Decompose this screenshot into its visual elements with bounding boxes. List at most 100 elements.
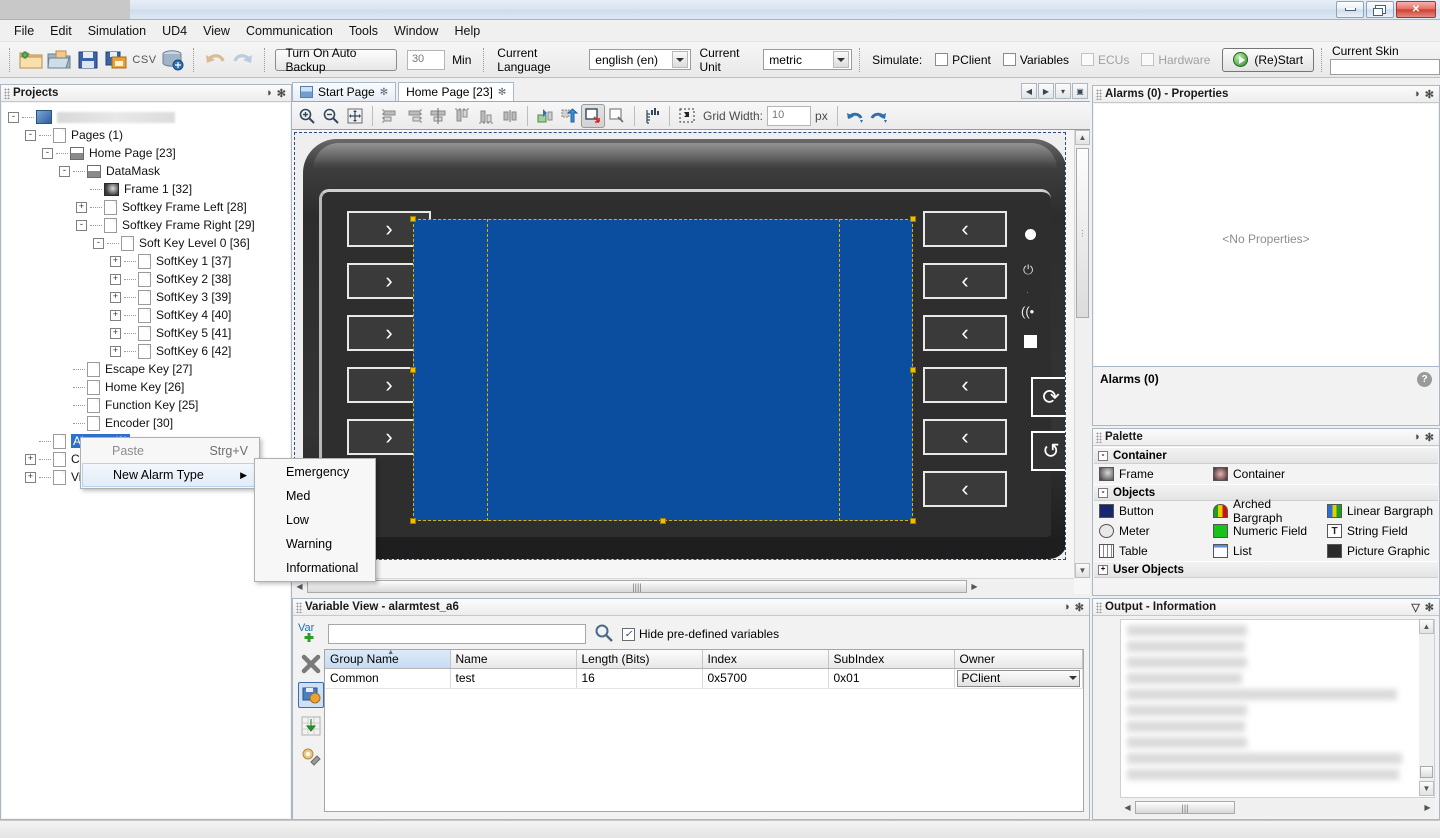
delete-variable-icon[interactable] bbox=[298, 651, 324, 677]
cell-owner[interactable]: PClient bbox=[954, 668, 1083, 688]
close-panel-icon[interactable]: ✻ bbox=[1425, 88, 1434, 101]
csv-icon[interactable]: CSV bbox=[131, 45, 157, 75]
save-all-icon[interactable] bbox=[103, 45, 129, 75]
softkey-right-4[interactable]: ‹ bbox=[923, 367, 1007, 403]
grid-width-input[interactable]: 10 bbox=[767, 106, 811, 126]
palette-item-numeric-field[interactable]: Numeric Field bbox=[1208, 521, 1322, 541]
drag-grip-icon[interactable] bbox=[1096, 432, 1102, 443]
restart-button[interactable]: (Re)Start bbox=[1222, 48, 1314, 72]
tree-toggle-icon[interactable]: - bbox=[93, 238, 104, 249]
tab-maximize-button[interactable]: ▣ bbox=[1072, 83, 1088, 99]
maximize-button[interactable] bbox=[1366, 1, 1394, 18]
redo-icon[interactable] bbox=[230, 45, 256, 75]
softkey-right-2[interactable]: ‹ bbox=[923, 263, 1007, 299]
tree-node[interactable]: Encoder [30] bbox=[8, 414, 290, 432]
scroll-left-button[interactable]: ◀ bbox=[1120, 801, 1135, 815]
tree-node[interactable]: -Home Page [23] bbox=[8, 144, 290, 162]
auto-backup-button[interactable]: Turn On Auto Backup bbox=[275, 49, 397, 71]
save-variables-icon[interactable] bbox=[298, 682, 324, 708]
softkey-right-1[interactable]: ‹ bbox=[923, 211, 1007, 247]
align-top-icon[interactable] bbox=[450, 104, 474, 128]
minimize-panel-icon[interactable]: ◑ bbox=[265, 87, 272, 100]
submenu-item-low[interactable]: Low bbox=[256, 508, 374, 532]
database-icon[interactable] bbox=[160, 45, 186, 75]
current-unit-select[interactable]: metric bbox=[763, 49, 852, 70]
scroll-up-button[interactable]: ▲ bbox=[1075, 130, 1090, 145]
palette-group-container[interactable]: - Container bbox=[1094, 447, 1438, 464]
close-tab-icon[interactable]: ✻ bbox=[380, 87, 388, 98]
palette-item-picture-graphic[interactable]: Picture Graphic bbox=[1322, 541, 1436, 561]
menu-help[interactable]: Help bbox=[446, 21, 488, 41]
filter-icon[interactable]: ▽ bbox=[1411, 601, 1419, 614]
resize-handle-br[interactable] bbox=[910, 518, 916, 524]
zoom-out-icon[interactable] bbox=[319, 104, 343, 128]
palette-item-list[interactable]: List bbox=[1208, 541, 1322, 561]
search-icon[interactable] bbox=[594, 623, 614, 646]
tree-node[interactable]: Function Key [25] bbox=[8, 396, 290, 414]
minimize-panel-icon[interactable]: ◑ bbox=[1413, 88, 1420, 101]
variable-settings-icon[interactable] bbox=[298, 744, 324, 770]
menu-file[interactable]: File bbox=[6, 21, 42, 41]
softkey-right-5[interactable]: ‹ bbox=[923, 419, 1007, 455]
palette-item-string-field[interactable]: T String Field bbox=[1322, 521, 1436, 541]
undo-dropdown-icon[interactable] bbox=[843, 104, 867, 128]
output-vertical-scrollbar[interactable]: ▲ ▼ bbox=[1419, 619, 1434, 796]
zoom-in-icon[interactable] bbox=[295, 104, 319, 128]
palette-item-frame[interactable]: Frame bbox=[1094, 464, 1208, 484]
tab-home-page[interactable]: Home Page [23] ✻ bbox=[398, 82, 514, 101]
simulate-pclient-checkbox[interactable]: PClient bbox=[935, 53, 991, 67]
context-menu-item-new-alarm-type[interactable]: New Alarm Type ▶ bbox=[82, 463, 258, 487]
tree-node[interactable]: - bbox=[8, 108, 290, 126]
palette-item-button[interactable]: Button bbox=[1094, 501, 1208, 521]
tree-toggle-icon[interactable]: - bbox=[59, 166, 70, 177]
close-button[interactable]: ✕ bbox=[1396, 1, 1436, 18]
menu-edit[interactable]: Edit bbox=[42, 21, 80, 41]
select-region-icon[interactable] bbox=[605, 104, 629, 128]
align-left-icon[interactable] bbox=[378, 104, 402, 128]
submenu-item-informational[interactable]: Informational bbox=[256, 556, 374, 580]
output-horizontal-scrollbar[interactable]: ◀ ||| ▶ bbox=[1120, 799, 1435, 816]
tree-toggle-icon[interactable]: - bbox=[25, 130, 36, 141]
tree-node[interactable]: Home Key [26] bbox=[8, 378, 290, 396]
tree-node[interactable]: +SoftKey 6 [42] bbox=[8, 342, 290, 360]
palette-item-meter[interactable]: Meter bbox=[1094, 521, 1208, 541]
column-length-bits[interactable]: Length (Bits) bbox=[576, 650, 702, 668]
send-back-icon[interactable] bbox=[557, 104, 581, 128]
tab-start-page[interactable]: Start Page ✻ bbox=[292, 82, 396, 101]
context-menu-item-paste[interactable]: Paste Strg+V bbox=[82, 439, 258, 463]
column-subindex[interactable]: SubIndex bbox=[828, 650, 954, 668]
palette-item-table[interactable]: Table bbox=[1094, 541, 1208, 561]
horizontal-scroll-thumb[interactable]: |||| bbox=[307, 580, 967, 593]
tree-node[interactable]: -Pages (1) bbox=[8, 126, 290, 144]
tree-toggle-icon[interactable]: - bbox=[76, 220, 87, 231]
menu-window[interactable]: Window bbox=[386, 21, 446, 41]
tree-node[interactable]: Escape Key [27] bbox=[8, 360, 290, 378]
collapse-toggle-icon[interactable]: - bbox=[1098, 451, 1108, 461]
menu-view[interactable]: View bbox=[195, 21, 238, 41]
scroll-down-button[interactable]: ▼ bbox=[1419, 781, 1434, 796]
current-skin-select[interactable] bbox=[1330, 59, 1440, 75]
rotate-function-icon[interactable]: ⟳ bbox=[1031, 377, 1066, 417]
submenu-item-emergency[interactable]: Emergency bbox=[256, 460, 374, 484]
resize-handle-ml[interactable] bbox=[410, 367, 416, 373]
zoom-fit-icon[interactable] bbox=[343, 104, 367, 128]
resize-handle-tl[interactable] bbox=[410, 216, 416, 222]
design-canvas[interactable]: › › › › › ‹ ‹ ‹ ‹ ‹ ‹ ⏻ · ((• bbox=[292, 130, 1090, 594]
align-right-icon[interactable] bbox=[402, 104, 426, 128]
tree-node[interactable]: +SoftKey 2 [38] bbox=[8, 270, 290, 288]
tab-next-button[interactable]: ▶ bbox=[1038, 83, 1054, 99]
column-group-name[interactable]: Group Name bbox=[325, 650, 450, 668]
save-icon[interactable] bbox=[75, 45, 101, 75]
palette-item-container[interactable]: Container bbox=[1208, 464, 1322, 484]
open-project-icon[interactable] bbox=[46, 45, 72, 75]
scroll-up-button[interactable]: ▲ bbox=[1419, 619, 1434, 634]
tree-toggle-icon[interactable]: + bbox=[110, 346, 121, 357]
submenu-item-warning[interactable]: Warning bbox=[256, 532, 374, 556]
table-row[interactable]: Common test 16 0x5700 0x01 PClient bbox=[325, 668, 1083, 688]
snap-object-icon[interactable] bbox=[581, 104, 605, 128]
close-tab-icon[interactable]: ✻ bbox=[498, 87, 506, 98]
tree-toggle-icon[interactable]: - bbox=[42, 148, 53, 159]
tree-toggle-icon[interactable]: + bbox=[25, 454, 36, 465]
tree-toggle-icon[interactable]: + bbox=[110, 274, 121, 285]
distribute-icon[interactable] bbox=[498, 104, 522, 128]
